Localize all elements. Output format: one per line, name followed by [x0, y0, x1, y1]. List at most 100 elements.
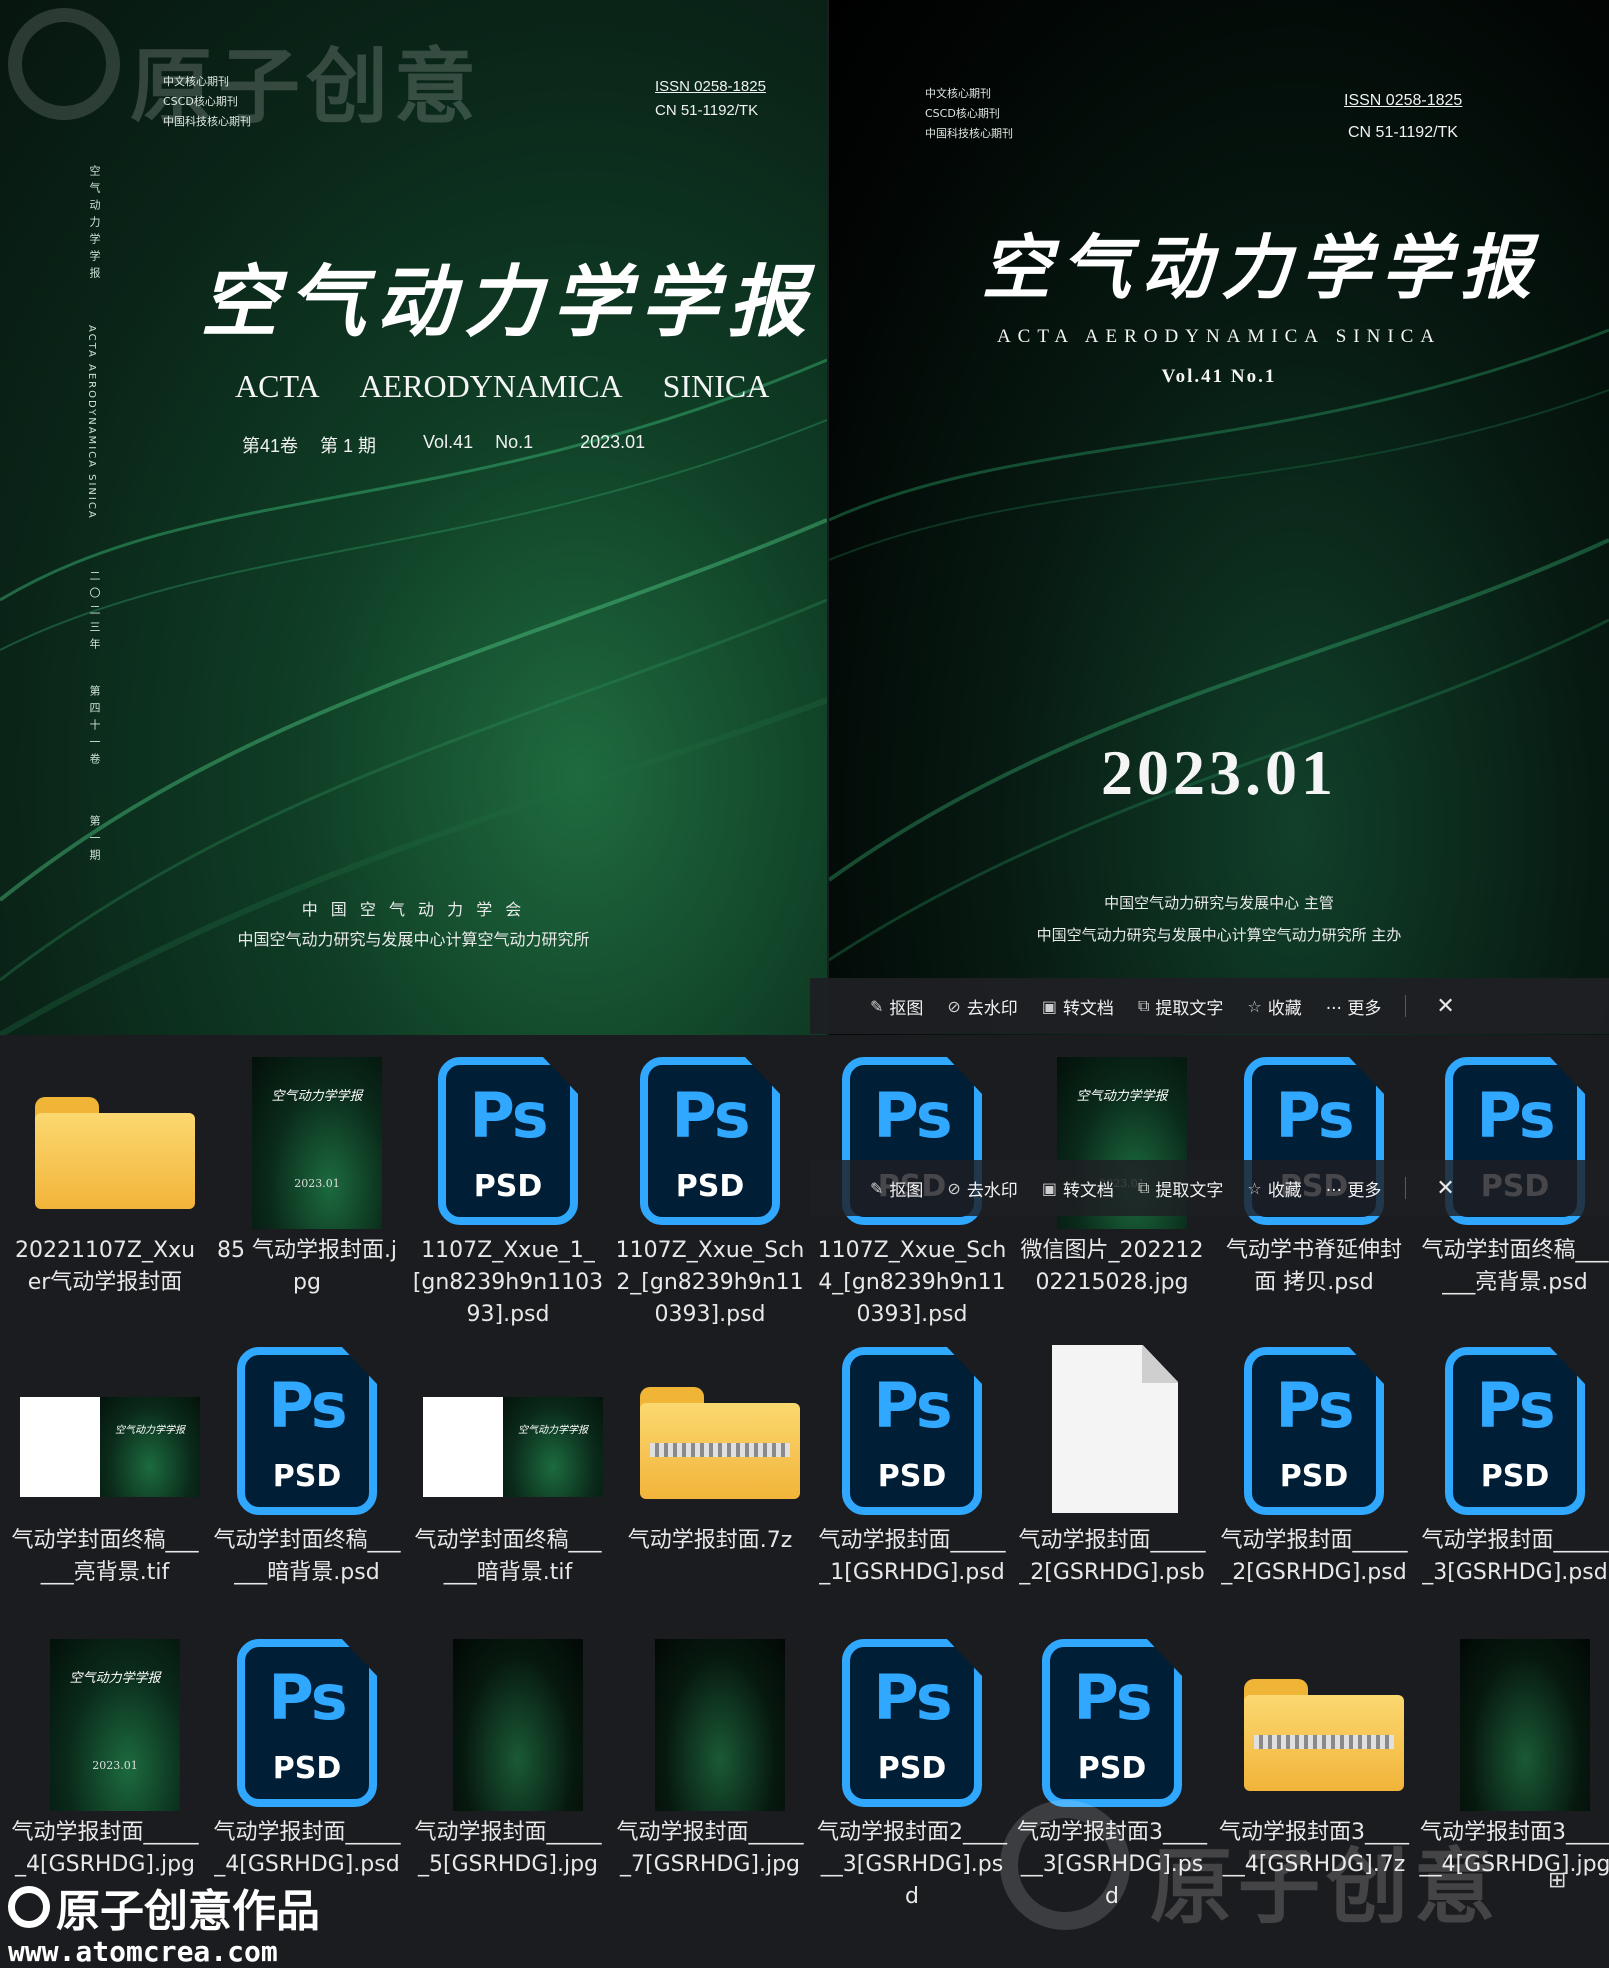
favorite-button[interactable]: ☆ 收藏	[1247, 1176, 1301, 1201]
file-name: 气动学封面终稿______暗背景.tif	[414, 1528, 602, 1585]
file-item[interactable]: 空气动力学学报气动学封面终稿______暗背景.tif	[408, 1337, 608, 1589]
issue-volume-cn: 第41卷	[242, 436, 299, 456]
cover-wave-decoration	[0, 358, 827, 1035]
image-thumbnail	[1430, 1629, 1600, 1811]
favorite-label: 收藏	[1267, 1180, 1302, 1201]
cutout-label: 抠图	[889, 998, 924, 1019]
close-icon[interactable]: ✕	[1436, 994, 1454, 1019]
cutout-label: 抠图	[889, 1180, 924, 1201]
more-button[interactable]: ··· 更多	[1326, 994, 1382, 1019]
badge-chinese-core: 中文核心期刊	[163, 75, 229, 88]
file-name: 气动学报封面______7[GSRHDG].jpg	[616, 1820, 804, 1877]
file-name: 20221107Z_Xxuer气动学报封面	[14, 1238, 196, 1295]
publisher-society: 中 国 空 气 动 力 学 会	[301, 900, 526, 919]
brand-url: www.atomcrea.com	[8, 1935, 278, 1968]
file-item[interactable]: Ps PSD 1107Z_Xxue_Sch2_[gn8239h9n110393].p…	[610, 1047, 810, 1331]
image-doc-icon: ▣	[1041, 996, 1057, 1016]
folder-icon	[20, 1047, 195, 1227]
brand-name-row: 原子创意作品	[8, 1875, 320, 1939]
journal-title-english: ACTA AERODYNAMICA SINICA	[996, 326, 1442, 347]
journal-title-calligraphy: 空气动力学学报	[200, 257, 817, 348]
brand-watermark: 原子创意作品 www.atomcrea.com	[8, 1875, 320, 1968]
image-doc-icon: ▣	[1041, 1178, 1057, 1198]
more-label: ··· 更多	[1325, 1180, 1382, 1201]
photoshop-file-icon: PsPSD	[625, 1047, 795, 1227]
cutout-button[interactable]: ✎ 抠图	[870, 1176, 923, 1201]
file-item[interactable]: 空气动力学学报 2023.01 气动学报封面______4[GSRHDG].jpg	[5, 1629, 205, 1881]
file-name: 85 气动学报封面.jpg	[216, 1238, 398, 1295]
extract-text-button[interactable]: ⧉ 提取文字	[1138, 1176, 1223, 1201]
file-item[interactable]: Ps PSD 气动学报封面______4[GSRHDG].psd	[207, 1629, 407, 1881]
convert-doc-button[interactable]: ▣ 转文档	[1042, 994, 1114, 1019]
file-name: 气动学书脊延伸封面 拷贝.psd	[1225, 1238, 1402, 1295]
left-cover-image: 原子创意 中文核心期刊 CSCD核心期刊 中国科技核心期刊 ISSN 0258-…	[0, 0, 827, 1035]
issn-number: ISSN 0258-1825	[1344, 92, 1463, 109]
file-name: 气动学封面终稿______亮背景.tif	[11, 1528, 199, 1585]
image-toolbar-secondary: ✎ 抠图 ⊘ 去水印 ▣ 转文档 ⧉ 提取文字 ☆ 收藏 ··· 更多 ✕	[810, 1160, 1609, 1216]
file-item[interactable]: Ps PSD 气动学报封面______3[GSRHDG].psd	[1415, 1337, 1609, 1589]
image-toolbar: ✎ 抠图 ⊘ 去水印 ▣ 转文档 ⧉ 提取文字 ☆ 收藏 ··· 更多 ✕	[810, 978, 1609, 1034]
file-item[interactable]: 气动学报封面______2[GSRHDG].psb	[1012, 1337, 1212, 1589]
brand-logo-icon	[8, 1886, 50, 1928]
spine-number: 第一期	[88, 815, 101, 866]
file-name: 气动学报封面______2[GSRHDG].psd	[1220, 1528, 1408, 1585]
remove-watermark-label: 去水印	[966, 998, 1018, 1019]
file-name: 气动学报封面2______3[GSRHDG].psd	[817, 1820, 1007, 1909]
photoshop-file-icon: PsPSD	[1229, 1337, 1399, 1517]
blank-document-icon	[1027, 1337, 1197, 1517]
remove-watermark-label: 去水印	[966, 1180, 1018, 1201]
file-item[interactable]: 20221107Z_Xxuer气动学报封面	[5, 1047, 205, 1299]
file-item[interactable]: 空气动力学学报 2023.01 85 气动学报封面.jpg	[207, 1047, 407, 1299]
eraser-icon: ⊘	[947, 1178, 961, 1198]
favorite-button[interactable]: ☆ 收藏	[1247, 994, 1301, 1019]
image-thumbnail	[625, 1629, 795, 1811]
remove-watermark-button[interactable]: ⊘ 去水印	[947, 994, 1017, 1019]
file-item[interactable]: Ps PSD 1107Z_Xxue_1_[gn8239h9n110393].psd	[408, 1047, 608, 1331]
issue-info: 第41卷 第 1 期 Vol.41 No.1 2023.01	[242, 432, 645, 458]
file-name: 气动学报封面.7z	[627, 1528, 793, 1553]
file-item[interactable]: 气动学报封面______7[GSRHDG].jpg	[610, 1629, 810, 1881]
more-button[interactable]: ··· 更多	[1326, 1176, 1382, 1201]
file-item[interactable]: Ps PSD 气动学封面终稿______暗背景.psd	[207, 1337, 407, 1589]
volume-number: Vol.41 No.1	[1161, 366, 1277, 387]
remove-watermark-button[interactable]: ⊘ 去水印	[947, 1176, 1017, 1201]
toolbar-divider	[1405, 1177, 1407, 1199]
file-item[interactable]: Ps PSD 气动学报封面______1[GSRHDG].psd	[812, 1337, 1012, 1589]
close-icon[interactable]: ✕	[1436, 1176, 1454, 1201]
issue-number: No.1	[495, 432, 534, 452]
favorite-label: 收藏	[1267, 998, 1302, 1019]
file-name: 1107Z_Xxue_1_[gn8239h9n110393].psd	[412, 1238, 604, 1327]
file-name: 气动学封面终稿______亮背景.psd	[1421, 1238, 1609, 1295]
more-label: ··· 更多	[1325, 998, 1382, 1019]
file-item[interactable]: Ps PSD 气动学报封面______2[GSRHDG].psd	[1214, 1337, 1414, 1589]
file-item[interactable]: 气动学报封面.7z	[610, 1337, 810, 1557]
file-item[interactable]: Ps PSD 气动学报封面2______3[GSRHDG].psd	[812, 1629, 1012, 1913]
qr-code-icon[interactable]: ⊞	[1548, 1868, 1570, 1893]
file-name: 微信图片_20221202215028.jpg	[1020, 1238, 1204, 1295]
title-en-acta: ACTA	[235, 368, 320, 404]
file-item[interactable]: 空气动力学学报气动学封面终稿______亮背景.tif	[5, 1337, 205, 1589]
text-extract-icon: ⧉	[1137, 996, 1150, 1015]
core-journal-badges: 中文核心期刊 CSCD核心期刊 中国科技核心期刊	[163, 72, 251, 132]
image-thumbnail: 空气动力学学报	[423, 1337, 603, 1517]
badge-sci-tech-core: 中国科技核心期刊	[925, 127, 1013, 140]
toolbar-divider	[1405, 995, 1407, 1017]
image-thumbnail: 空气动力学学报	[20, 1337, 200, 1517]
title-en-sinica: SINICA	[662, 368, 770, 404]
magic-wand-icon: ✎	[870, 1178, 884, 1198]
badge-cscd: CSCD核心期刊	[163, 95, 238, 108]
image-thumbnail: 空气动力学学报2023.01	[222, 1047, 392, 1229]
journal-title-calligraphy: 空气动力学学报	[981, 226, 1541, 309]
text-extract-icon: ⧉	[1137, 1178, 1150, 1197]
cutout-button[interactable]: ✎ 抠图	[870, 994, 923, 1019]
spine-volume: 第四十一卷	[88, 685, 101, 770]
photoshop-file-icon: PsPSD	[827, 1629, 997, 1809]
convert-doc-button[interactable]: ▣ 转文档	[1042, 1176, 1114, 1201]
right-cover-image: 中文核心期刊 CSCD核心期刊 中国科技核心期刊 ISSN 0258-1825 …	[829, 0, 1609, 1035]
magic-wand-icon: ✎	[870, 996, 884, 1016]
file-item[interactable]: 气动学报封面______5[GSRHDG].jpg	[408, 1629, 608, 1881]
extract-text-button[interactable]: ⧉ 提取文字	[1138, 994, 1223, 1019]
publisher-institute: 中国空气动力研究与发展中心计算空气动力研究所	[237, 930, 590, 949]
photoshop-file-icon: PsPSD	[827, 1337, 997, 1517]
cover-wave-decoration	[829, 328, 1609, 962]
